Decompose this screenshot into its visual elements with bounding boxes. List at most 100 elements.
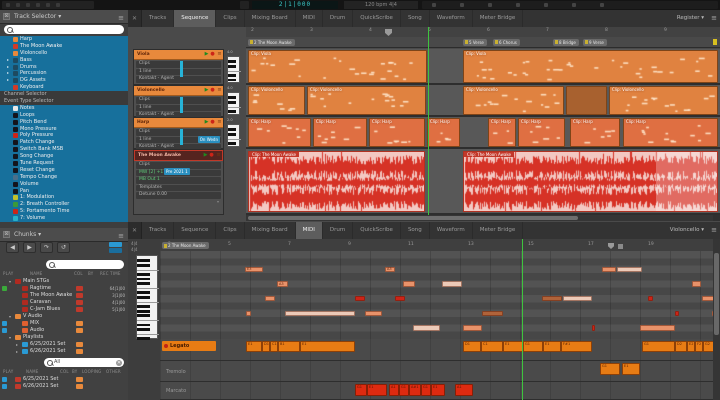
titlebar-tool-icon[interactable]	[460, 3, 464, 7]
horizontal-scrollbar[interactable]	[246, 215, 713, 221]
midi-clip[interactable]: Clip: Harp	[570, 118, 620, 147]
tab-sequence[interactable]: Sequence	[174, 222, 216, 239]
articulation-note[interactable]: E2	[687, 341, 695, 352]
play-indicator-icon[interactable]	[2, 384, 7, 389]
expand-arrow-icon[interactable]: ▸	[7, 77, 9, 84]
titlebar-mini-button[interactable]	[36, 3, 40, 7]
cue-button-top[interactable]	[109, 242, 122, 247]
fast-forward-button[interactable]: ▶	[23, 242, 36, 253]
selector-item-notes[interactable]: Notes	[0, 105, 128, 112]
track-selector-header[interactable]: ⊠ Track Selector ▾ ≡	[0, 10, 128, 24]
selector-item-poly-pressure[interactable]: Poly Pressure	[0, 132, 128, 139]
titlebar-tool-icon[interactable]	[432, 3, 436, 7]
track-output-selector[interactable]: Kontakt - Agent▾	[136, 76, 221, 83]
play-enable-icon[interactable]: ▶	[204, 52, 209, 57]
take-chip[interactable]: Pre 2021 1	[164, 168, 190, 175]
color-swatch[interactable]	[76, 349, 83, 354]
expand-caret-icon[interactable]: ▸	[16, 348, 18, 355]
selector-item-tune-request[interactable]: Tune Request	[0, 160, 128, 167]
tab-drum[interactable]: Drum	[323, 10, 353, 27]
articulation-note[interactable]: B1	[278, 341, 300, 352]
track-dropdown-1-line[interactable]: 1 line▾	[136, 69, 221, 76]
record-enable-icon[interactable]: ●	[210, 88, 215, 93]
titlebar-tool-icon[interactable]	[488, 3, 492, 7]
play-enable-icon[interactable]: ▶	[203, 153, 208, 158]
articulation-note[interactable]: G1	[421, 384, 431, 396]
track-title-bar[interactable]: Viola▶●≡	[134, 50, 223, 60]
tab-tracks[interactable]: Tracks	[142, 222, 174, 239]
chunk-row-ragtime[interactable]: Ragtime64|1|00	[0, 285, 128, 292]
expand-caret-icon[interactable]: ▸	[16, 341, 18, 348]
tab-clips[interactable]: Clips	[216, 222, 244, 239]
marker-chip[interactable]: 6 Chorus	[493, 39, 520, 46]
midi-clip[interactable]: Clip: Harp	[488, 118, 516, 147]
chunk-row-the-moon-awake[interactable]: The Moon Awake3|1|00	[0, 292, 128, 299]
top-tabbar-menu-icon[interactable]: ≡	[708, 10, 720, 27]
tab-waveform[interactable]: Waveform	[430, 222, 473, 239]
chunk-row-v-audio[interactable]: ▾V Audio	[0, 313, 128, 320]
midi-clip[interactable]: Clip: Violoncello	[248, 86, 305, 115]
play-indicator-icon[interactable]	[2, 377, 7, 382]
audio-clip[interactable]: Clip: The Moon Awake	[463, 151, 718, 212]
titlebar-tool-icon[interactable]	[572, 3, 576, 7]
articulation-note[interactable]: E1	[431, 384, 445, 396]
articulation-note[interactable]: D2	[675, 341, 687, 352]
titlebar-tool-icon[interactable]	[600, 3, 604, 7]
cue-button-bottom[interactable]	[109, 248, 122, 253]
counter-marker[interactable]	[385, 29, 392, 36]
articulation-note[interactable]: G1	[523, 341, 543, 352]
play-indicator-icon[interactable]	[2, 328, 7, 333]
marker-chip[interactable]: 9 Verse	[583, 39, 607, 46]
tab-midi[interactable]: MIDI	[296, 222, 323, 239]
chunk-row-playlists[interactable]: ▾Playlists	[0, 334, 128, 341]
lane-viola[interactable]: Clip: ViolaClip: Viola	[246, 49, 720, 85]
selector-item-harp[interactable]: Harp	[0, 36, 128, 43]
selector-item-song-change[interactable]: Song Change	[0, 153, 128, 160]
selector-item-switch-bank-msb[interactable]: Switch Bank MSB	[0, 146, 128, 153]
chunk-row-6-26-2021-set[interactable]: ▸6/26/2021 Set	[0, 348, 128, 355]
titlebar-button[interactable]	[240, 1, 249, 9]
articulation-note[interactable]: C1	[270, 341, 278, 352]
record-enable-icon[interactable]: ●	[210, 52, 215, 57]
lane-harp[interactable]: Clip: HarpClip: HarpClip: HarpClip: Harp…	[246, 117, 720, 149]
articulation-note[interactable]: C1	[481, 341, 503, 352]
titlebar-tool-icon[interactable]	[544, 3, 548, 7]
lane-the-moon-awake[interactable]: Clip: The Moon AwakeClip: The Moon Awake	[246, 149, 720, 215]
selector-item-reset-change[interactable]: Reset Change	[0, 167, 128, 174]
audio-settings-row[interactable]: Templates▾	[136, 185, 221, 192]
track-menu-icon[interactable]: ≡	[216, 153, 221, 158]
expand-arrow-icon[interactable]: ▸	[7, 70, 9, 77]
selector-item-drums[interactable]: ▸Drums	[0, 64, 128, 71]
selector-item-violoncello[interactable]: Violoncello	[0, 50, 128, 57]
midi-clip[interactable]: Clip: Violoncello	[463, 86, 564, 115]
titlebar-mini-button[interactable]	[56, 3, 60, 7]
chunk-row-mix[interactable]: MIX	[0, 320, 128, 327]
color-swatch[interactable]	[76, 307, 83, 312]
marker-chip[interactable]: 2 The Moon Awake	[248, 39, 295, 46]
midi-clip[interactable]: Clip: Violoncello	[307, 86, 426, 115]
color-swatch[interactable]	[76, 286, 83, 291]
articulation-note[interactable]: A1	[455, 384, 473, 396]
articulation-note[interactable]: E1	[503, 341, 523, 352]
loop-icon[interactable]: ↺	[57, 242, 70, 253]
lane-label-tremolo[interactable]: Tremolo	[166, 369, 186, 375]
titlebar-mini-button[interactable]	[26, 3, 30, 7]
tab-song[interactable]: Song	[401, 222, 430, 239]
bottom-tabbar-selector[interactable]: Violoncello ▾	[666, 222, 708, 239]
articulation-note[interactable]: G1	[355, 384, 367, 396]
selector-item-volume[interactable]: Volume	[0, 181, 128, 188]
titlebar-mini-button[interactable]	[16, 3, 20, 7]
expand-caret-icon[interactable]: ▾	[9, 278, 11, 285]
tab-quickscribe[interactable]: QuickScribe	[353, 222, 401, 239]
chunks-header[interactable]: ⊠ Chunks ▾ ≡	[0, 228, 128, 242]
tab-meter-bridge[interactable]: Meter Bridge	[473, 222, 524, 239]
tab-clips[interactable]: Clips	[216, 10, 244, 27]
midi-clip[interactable]	[566, 86, 607, 115]
chunk-row-caravan[interactable]: Caravan4|1|00	[0, 299, 128, 306]
articulation-note[interactable]: D1	[262, 341, 270, 352]
midi-clip[interactable]: Clip: Harp	[427, 118, 460, 147]
chunk-row-6-25-2021-set[interactable]: ▸6/25/2021 Set	[0, 341, 128, 348]
top-tabbar-selector[interactable]: Register ▾	[673, 10, 708, 27]
articulation-note[interactable]: E1	[543, 341, 561, 352]
play-enable-icon[interactable]: ▶	[204, 88, 209, 93]
